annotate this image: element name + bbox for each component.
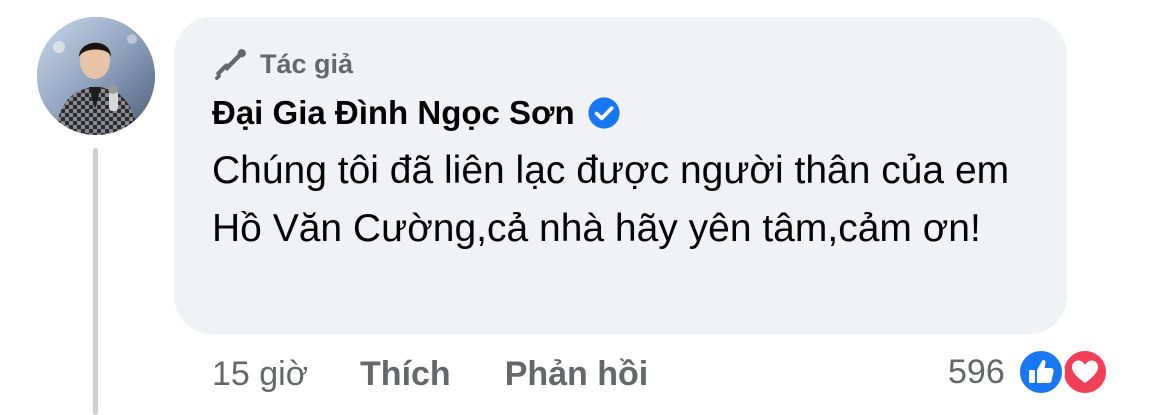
author-name[interactable]: Đại Gia Đình Ngọc Sơn	[212, 94, 575, 132]
author-badge-label: Tác giả	[260, 48, 354, 79]
avatar-image	[37, 17, 155, 135]
thread-line	[93, 148, 98, 415]
author-badge: Tác giả	[212, 45, 353, 83]
reactions-summary[interactable]: 596	[948, 348, 1117, 396]
comment-actions: 15 giờ Thích Phản hồi	[212, 351, 648, 397]
like-reaction-icon	[1016, 348, 1065, 396]
like-button[interactable]: Thích	[360, 355, 451, 394]
author-name-row: Đại Gia Đình Ngọc Sơn	[212, 92, 621, 134]
megaphone-icon	[212, 45, 250, 83]
reaction-icons	[1016, 348, 1117, 396]
comment-text: Chúng tôi đã liên lạc được người thân củ…	[212, 149, 1010, 250]
avatar[interactable]	[37, 17, 155, 135]
comment-timestamp[interactable]: 15 giờ	[212, 355, 308, 394]
reaction-count: 596	[948, 352, 1005, 391]
verified-badge-icon	[587, 96, 621, 130]
reply-button[interactable]: Phản hồi	[505, 355, 649, 394]
love-reaction-icon	[1060, 348, 1109, 396]
